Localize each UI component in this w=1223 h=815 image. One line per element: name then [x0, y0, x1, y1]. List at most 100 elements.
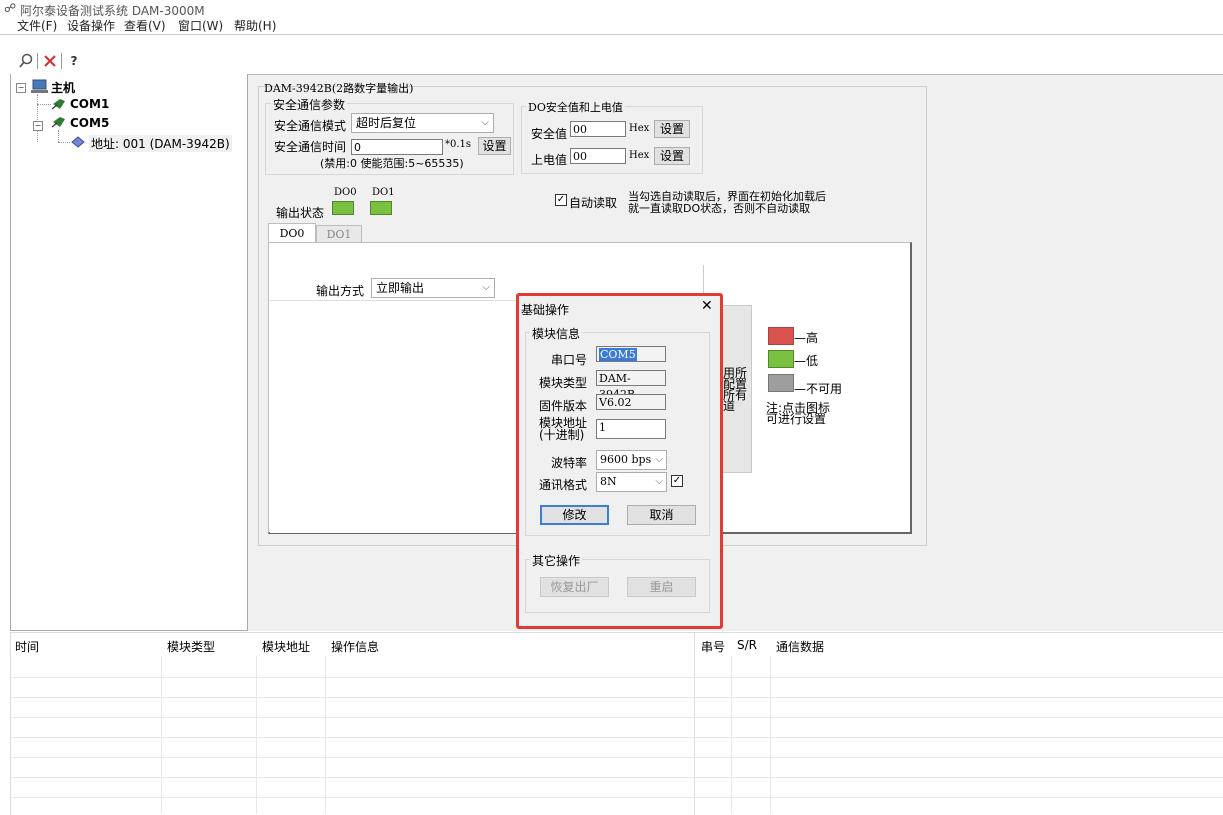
- help-icon[interactable]: ?: [66, 53, 82, 69]
- baud-rate-select[interactable]: 9600 bps ⌵: [596, 450, 667, 470]
- log-col-module-address[interactable]: 模块地址: [262, 638, 310, 655]
- menu-help[interactable]: 帮助(H): [234, 17, 276, 34]
- power-value-set-button[interactable]: 设置: [654, 147, 690, 165]
- log-grid-line: [10, 717, 1223, 718]
- factory-reset-button[interactable]: 恢复出厂: [540, 577, 609, 597]
- comm-log-table: [694, 632, 1223, 815]
- dialog-title: 基础操作: [521, 303, 570, 317]
- do0-status-led[interactable]: [332, 201, 354, 215]
- toolbar-separator: [37, 53, 38, 69]
- cancel-button[interactable]: 取消: [627, 505, 696, 525]
- do0-channel-label: DO0: [334, 187, 357, 198]
- baud-rate-value: 9600 bps: [600, 453, 652, 466]
- log-grid-line: [10, 677, 1223, 678]
- safe-comm-range-note: (禁用:0 使能范围:5~65535): [320, 157, 464, 170]
- port-value: COM5: [599, 348, 637, 361]
- menu-view[interactable]: 查看(V): [124, 17, 166, 34]
- tree-node-com1[interactable]: COM1: [70, 97, 109, 111]
- close-icon[interactable]: [42, 53, 58, 69]
- do1-channel-label: DO1: [372, 187, 395, 198]
- do-safe-group-title: DO安全值和上电值: [526, 99, 625, 115]
- output-mode-value: 立即输出: [376, 281, 425, 295]
- comm-format-checkbox[interactable]: ✓: [671, 475, 683, 487]
- tab-do0[interactable]: DO0: [268, 223, 316, 243]
- power-value-unit: Hex: [629, 150, 650, 161]
- app-icon: ☍: [4, 1, 17, 15]
- log-col-serial-no[interactable]: 串号: [701, 638, 725, 655]
- log-grid-line: [256, 656, 257, 814]
- other-ops-group-title: 其它操作: [530, 552, 583, 569]
- module-info-group-title: 模块信息: [530, 325, 583, 342]
- port-label: 串口号: [551, 353, 588, 367]
- auto-read-label: 自动读取: [569, 196, 618, 210]
- safe-comm-mode-select[interactable]: 超时后复位 ⌵: [351, 113, 494, 133]
- output-status-label: 输出状态: [276, 206, 325, 220]
- tree-connector: [58, 130, 59, 142]
- output-mode-label: 输出方式: [316, 284, 365, 298]
- module-type-field: DAM-3942B: [596, 370, 666, 401]
- log-grid-line: [10, 757, 1223, 758]
- safe-value-unit: Hex: [629, 123, 650, 134]
- toolbar-separator: [61, 53, 62, 69]
- safe-value-label: 安全值: [531, 127, 568, 141]
- log-col-sr[interactable]: S/R: [737, 638, 757, 652]
- log-grid-line: [10, 797, 1223, 798]
- serial-port-icon: [51, 97, 67, 111]
- menu-window[interactable]: 窗口(W): [178, 17, 223, 34]
- safe-comm-mode-label: 安全通信模式: [274, 119, 347, 133]
- computer-icon: [31, 78, 49, 94]
- tree-connector: [37, 104, 51, 105]
- tree-node-com5[interactable]: COM5: [70, 116, 109, 130]
- baud-rate-label: 波特率: [551, 456, 588, 470]
- output-mode-select[interactable]: 立即输出 ⌵: [371, 278, 495, 298]
- tree-connector: [58, 142, 70, 143]
- comm-format-value: 8N: [600, 475, 617, 488]
- firmware-field: V6.02: [596, 394, 666, 410]
- auto-read-note-2: 就一直读取DO状态，否则不自动读取: [628, 202, 811, 215]
- safe-comm-time-label: 安全通信时间: [274, 140, 347, 154]
- comm-format-select[interactable]: 8N ⌵: [596, 472, 667, 492]
- tree-connector: [37, 94, 38, 142]
- log-col-time[interactable]: 时间: [15, 638, 39, 655]
- chevron-down-icon: ⌵: [481, 117, 489, 128]
- modify-button[interactable]: 修改: [540, 505, 609, 525]
- legend-high-swatch: [768, 327, 794, 345]
- do1-status-led[interactable]: [370, 201, 392, 215]
- serial-port-icon: [51, 115, 67, 129]
- device-tree: [10, 74, 248, 631]
- safe-comm-set-button[interactable]: 设置: [478, 137, 511, 155]
- log-grid-line: [10, 777, 1223, 778]
- collapse-toggle-icon[interactable]: −: [33, 121, 43, 131]
- safe-value-set-button[interactable]: 设置: [654, 120, 690, 138]
- chevron-down-icon: ⌵: [655, 454, 663, 465]
- menu-file[interactable]: 文件(F): [17, 17, 57, 34]
- log-col-module-type[interactable]: 模块类型: [167, 638, 215, 655]
- safe-comm-group-title: 安全通信参数: [271, 96, 348, 113]
- safe-comm-time-input[interactable]: 0: [351, 139, 443, 155]
- collapse-toggle-icon[interactable]: −: [16, 83, 26, 93]
- log-col-operation-info[interactable]: 操作信息: [331, 638, 379, 655]
- hidden-group-text: 用所 配置 所有 道: [723, 366, 748, 413]
- tree-node-device[interactable]: 地址: 001 (DAM-3942B): [89, 135, 232, 152]
- legend-na-label: —不可用: [794, 382, 843, 396]
- legend-low-label: —低: [794, 354, 819, 368]
- legend-note-2: 可进行设置: [766, 412, 827, 426]
- chevron-down-icon: ⌵: [482, 282, 490, 293]
- comm-format-label: 通讯格式: [539, 478, 588, 492]
- module-address-input[interactable]: 1: [596, 419, 666, 439]
- safe-value-input[interactable]: 00: [570, 121, 626, 137]
- reboot-button[interactable]: 重启: [627, 577, 696, 597]
- legend-na-swatch: [768, 374, 794, 392]
- safe-comm-time-unit: *0.1s: [445, 139, 472, 150]
- tab-do1[interactable]: DO1: [316, 225, 362, 243]
- log-grid-line: [161, 656, 162, 814]
- log-col-comm-data[interactable]: 通信数据: [776, 638, 824, 655]
- auto-read-checkbox[interactable]: ✓: [555, 194, 567, 206]
- tree-node-host[interactable]: 主机: [51, 79, 75, 96]
- title-bar: ☍ 阿尔泰设备测试系统 DAM-3000M: [0, 0, 1223, 18]
- close-icon[interactable]: ✕: [701, 298, 713, 314]
- module-address-sublabel: (十进制): [539, 428, 585, 442]
- search-icon[interactable]: [18, 53, 34, 69]
- power-value-input[interactable]: 00: [570, 148, 626, 164]
- menu-device-ops[interactable]: 设备操作: [67, 17, 115, 34]
